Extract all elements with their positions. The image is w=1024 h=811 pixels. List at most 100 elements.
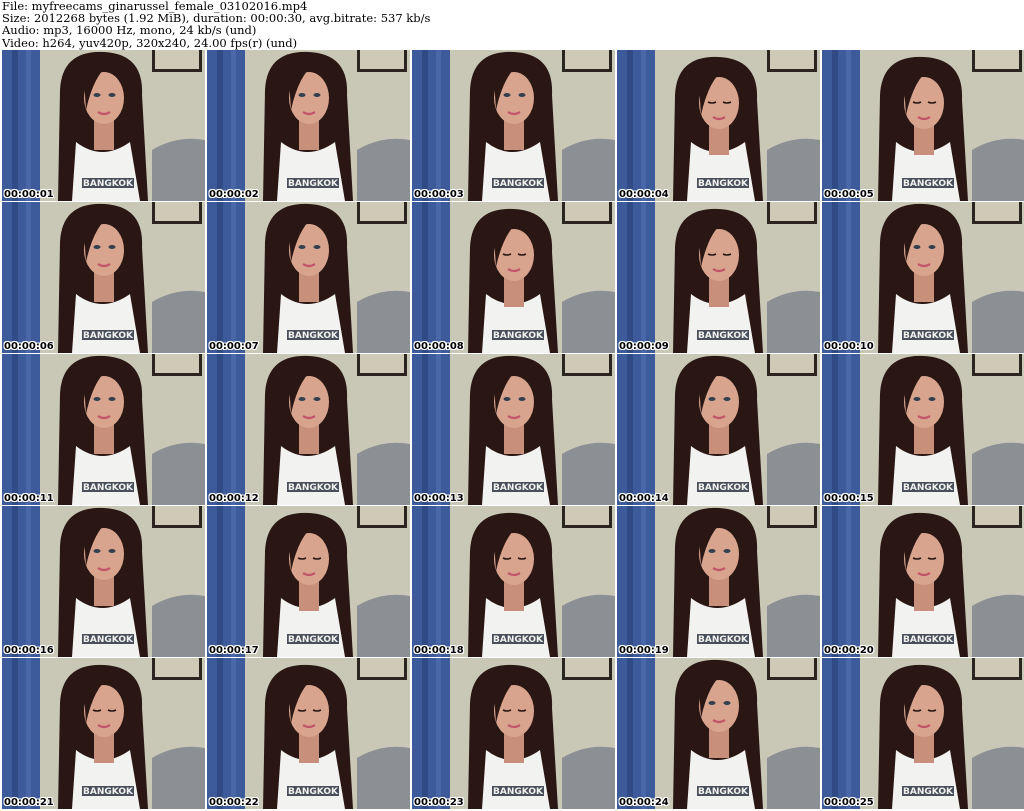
curtain-fold (436, 354, 441, 505)
thumbnail-frame-image: BANGKOK (412, 354, 615, 505)
curtain-fold (12, 50, 18, 201)
shirt-print-text: BANGKOK (493, 331, 544, 341)
curtain-fold (231, 506, 236, 657)
eye-left (93, 93, 101, 97)
curtain-fold (217, 658, 223, 809)
eye-left (93, 397, 101, 401)
thumbnail-timestamp: 00:00:03 (414, 189, 464, 200)
thumbnail-frame-image: BANGKOK (207, 50, 410, 201)
sofa-shape (357, 138, 410, 201)
curtain-shape (412, 50, 450, 201)
neck-shape (709, 125, 729, 155)
curtain-shape (412, 506, 450, 657)
shirt-print-text: BANGKOK (903, 331, 954, 341)
picture-frame-inner (770, 354, 814, 373)
eye-right (518, 93, 526, 97)
thumbnail-frame-image: BANGKOK (617, 50, 820, 201)
curtain-shape (2, 50, 40, 201)
curtain-fold (26, 658, 31, 809)
shirt-print-text: BANGKOK (288, 787, 339, 797)
curtain-fold (641, 202, 646, 353)
sofa-shape (357, 290, 410, 353)
thumbnail-frame-image: BANGKOK (617, 506, 820, 657)
video-thumbnail: BANGKOK 00:00:02 (207, 50, 410, 201)
thumbnail-timestamp: 00:00:08 (414, 341, 464, 352)
eye-right (723, 549, 731, 553)
thumbnail-timestamp: 00:00:18 (414, 645, 464, 656)
curtain-fold (422, 354, 428, 505)
neck-shape (94, 272, 114, 302)
eye-right (518, 397, 526, 401)
thumbnail-timestamp: 00:00:24 (619, 797, 669, 808)
picture-frame-inner (975, 202, 1019, 221)
thumbnail-timestamp: 00:00:20 (824, 645, 874, 656)
shirt-print-text: BANGKOK (493, 787, 544, 797)
curtain-fold (231, 50, 236, 201)
eye-right (108, 245, 116, 249)
video-thumbnail: BANGKOK 00:00:01 (2, 50, 205, 201)
curtain-fold (846, 658, 851, 809)
video-thumbnail: BANGKOK 00:00:03 (412, 50, 615, 201)
curtain-fold (832, 354, 838, 505)
picture-frame-inner (565, 658, 609, 677)
eye-right (313, 397, 321, 401)
video-thumbnail: BANGKOK 00:00:24 (617, 658, 820, 809)
shirt-print-text: BANGKOK (83, 331, 134, 341)
thumbnail-timestamp: 00:00:21 (4, 797, 54, 808)
eye-right (928, 397, 936, 401)
shirt-print-text: BANGKOK (83, 787, 134, 797)
curtain-fold (12, 202, 18, 353)
curtain-fold (12, 354, 18, 505)
shirt-print-text: BANGKOK (288, 483, 339, 493)
thumbnail-frame-image: BANGKOK (617, 354, 820, 505)
curtain-shape (412, 658, 450, 809)
curtain-fold (26, 50, 31, 201)
thumbnail-frame-image: BANGKOK (617, 202, 820, 353)
video-thumbnail: BANGKOK 00:00:15 (822, 354, 1024, 505)
eye-right (723, 701, 731, 705)
video-thumbnail: BANGKOK 00:00:09 (617, 202, 820, 353)
sofa-shape (152, 138, 205, 201)
curtain-fold (627, 658, 633, 809)
sofa-shape (767, 138, 820, 201)
picture-frame-inner (975, 658, 1019, 677)
eye-left (298, 397, 306, 401)
thumbnail-frame-image: BANGKOK (617, 658, 820, 809)
thumbnail-frame-image: BANGKOK (412, 658, 615, 809)
video-thumbnail: BANGKOK 00:00:23 (412, 658, 615, 809)
neck-shape (504, 120, 524, 150)
picture-frame-inner (770, 506, 814, 525)
video-thumbnail: BANGKOK 00:00:13 (412, 354, 615, 505)
curtain-fold (627, 202, 633, 353)
curtain-fold (422, 50, 428, 201)
sofa-shape (152, 746, 205, 809)
curtain-shape (207, 50, 245, 201)
curtain-shape (822, 506, 860, 657)
curtain-shape (822, 658, 860, 809)
picture-frame-inner (770, 658, 814, 677)
curtain-fold (846, 202, 851, 353)
thumbnail-timestamp: 00:00:15 (824, 493, 874, 504)
picture-frame-inner (975, 354, 1019, 373)
shirt-print-text: BANGKOK (903, 787, 954, 797)
picture-frame-inner (770, 202, 814, 221)
curtain-fold (26, 354, 31, 505)
video-thumbnail: BANGKOK 00:00:04 (617, 50, 820, 201)
neck-shape (914, 272, 934, 302)
video-thumbnail: BANGKOK 00:00:21 (2, 658, 205, 809)
thumbnail-frame-image: BANGKOK (207, 202, 410, 353)
video-thumbnail: BANGKOK 00:00:16 (2, 506, 205, 657)
thumbnail-timestamp: 00:00:16 (4, 645, 54, 656)
neck-shape (299, 120, 319, 150)
neck-shape (94, 120, 114, 150)
video-thumbnail: BANGKOK 00:00:18 (412, 506, 615, 657)
sofa-shape (562, 442, 615, 505)
shirt-print-text: BANGKOK (83, 179, 134, 189)
thumbnail-timestamp: 00:00:01 (4, 189, 54, 200)
video-thumbnail: BANGKOK 00:00:22 (207, 658, 410, 809)
curtain-fold (217, 354, 223, 505)
neck-shape (914, 424, 934, 454)
eye-left (93, 549, 101, 553)
eye-right (928, 245, 936, 249)
curtain-fold (436, 506, 441, 657)
